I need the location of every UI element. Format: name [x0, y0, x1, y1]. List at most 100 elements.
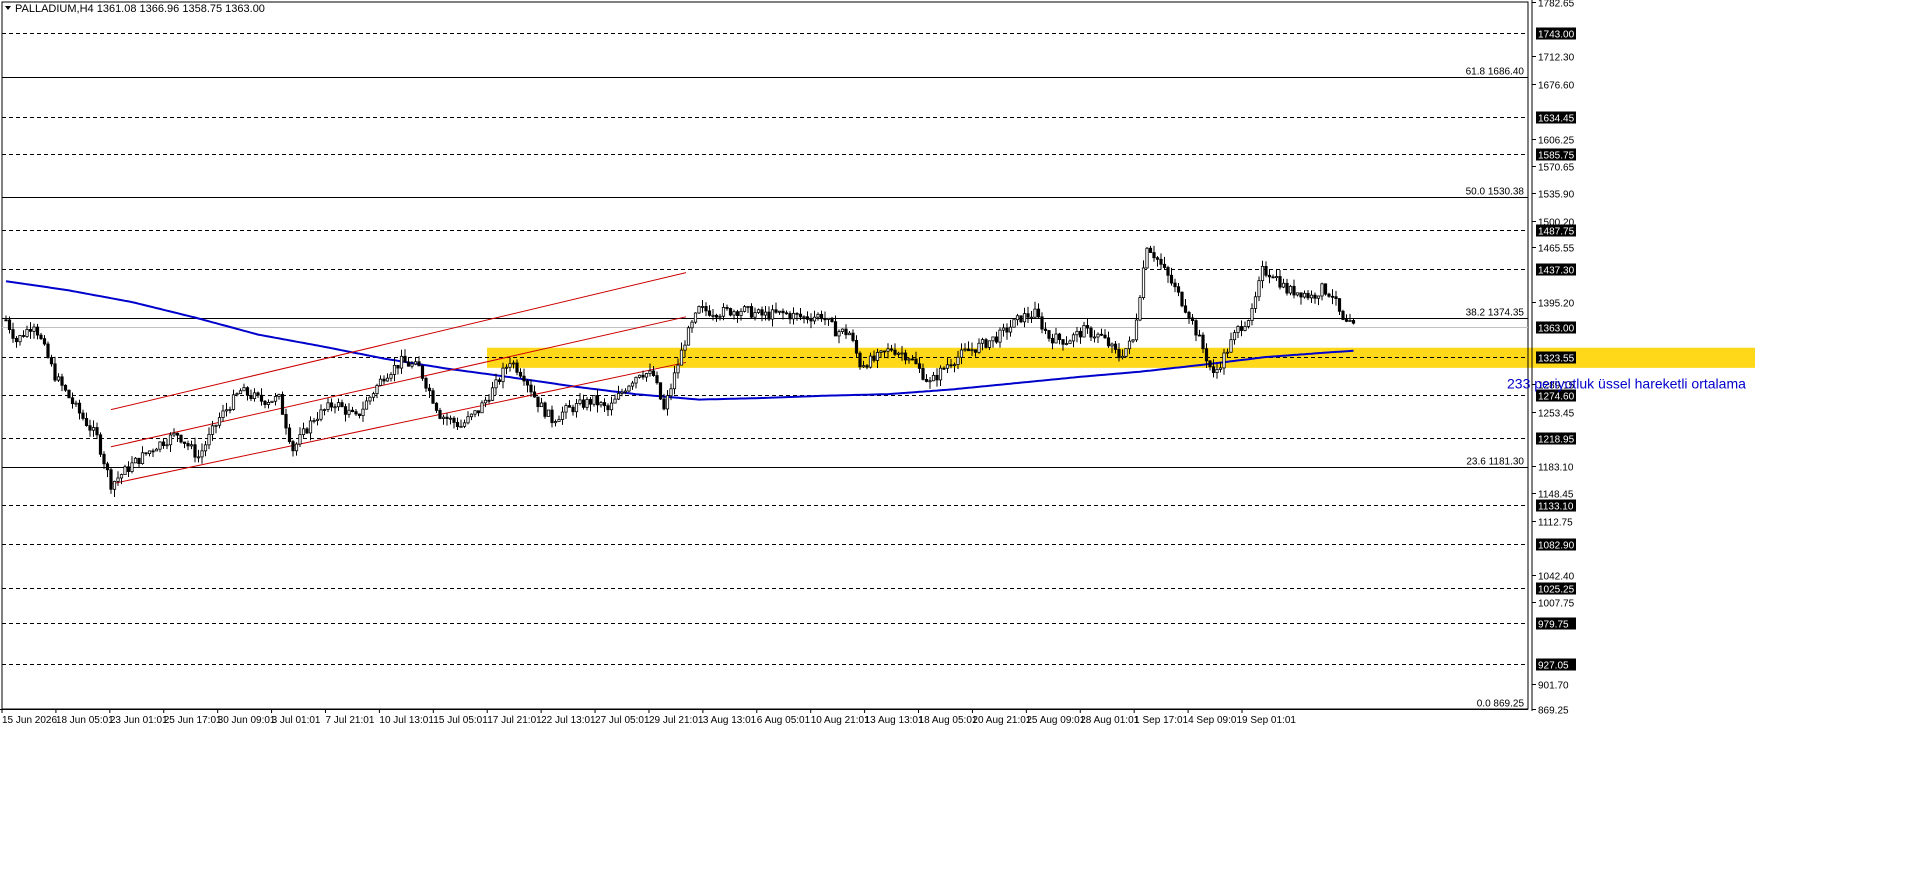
candle[interactable]	[420, 364, 425, 381]
candle[interactable]	[760, 306, 764, 322]
candle[interactable]	[749, 303, 754, 319]
candle[interactable]	[319, 404, 323, 422]
candle[interactable]	[931, 372, 936, 382]
candle[interactable]	[252, 388, 257, 402]
candle[interactable]	[658, 382, 663, 400]
candle[interactable]	[406, 357, 411, 367]
candle[interactable]	[924, 374, 929, 383]
candle[interactable]	[1281, 278, 1286, 289]
candle[interactable]	[571, 404, 575, 416]
candle[interactable]	[294, 442, 299, 456]
candle[interactable]	[1099, 328, 1104, 336]
candle[interactable]	[1036, 303, 1041, 319]
candle[interactable]	[567, 400, 572, 408]
candle[interactable]	[343, 403, 348, 422]
candle[interactable]	[637, 374, 642, 379]
candle[interactable]	[802, 315, 806, 324]
candle[interactable]	[1187, 310, 1191, 324]
candle[interactable]	[70, 392, 75, 409]
candle[interactable]	[1337, 298, 1342, 316]
candle[interactable]	[1131, 339, 1135, 344]
candle[interactable]	[1257, 276, 1261, 302]
candle[interactable]	[1085, 318, 1090, 334]
candle[interactable]	[326, 398, 330, 413]
candle[interactable]	[1222, 348, 1226, 375]
candle[interactable]	[609, 396, 614, 416]
collapse-triangle-icon[interactable]	[5, 6, 11, 10]
candle[interactable]	[21, 330, 26, 338]
candle[interactable]	[249, 389, 253, 401]
candle[interactable]	[1134, 313, 1139, 342]
candle[interactable]	[1292, 279, 1296, 299]
candle[interactable]	[7, 316, 12, 334]
candle[interactable]	[935, 368, 939, 387]
candle[interactable]	[1208, 360, 1212, 371]
candle[interactable]	[186, 440, 190, 451]
candle[interactable]	[385, 373, 390, 382]
candle[interactable]	[1082, 321, 1086, 338]
candle[interactable]	[242, 383, 246, 392]
candle[interactable]	[602, 398, 607, 413]
channel-line[interactable]	[110, 361, 687, 485]
candle[interactable]	[532, 385, 537, 398]
candle[interactable]	[928, 376, 932, 389]
candle[interactable]	[315, 412, 320, 426]
candle[interactable]	[536, 396, 540, 413]
candle[interactable]	[1152, 245, 1156, 262]
candle[interactable]	[795, 312, 799, 321]
candle[interactable]	[448, 415, 453, 425]
candle[interactable]	[525, 379, 530, 393]
candle[interactable]	[627, 384, 631, 393]
candle[interactable]	[893, 343, 897, 357]
candle[interactable]	[182, 441, 187, 449]
candle[interactable]	[497, 377, 502, 385]
candle[interactable]	[14, 336, 19, 348]
candle[interactable]	[1103, 329, 1107, 339]
ema-233-line[interactable]	[5, 280, 1354, 401]
candle[interactable]	[1320, 282, 1324, 301]
candle[interactable]	[578, 393, 582, 406]
candle[interactable]	[60, 373, 64, 392]
candle[interactable]	[767, 306, 771, 322]
candle[interactable]	[1022, 307, 1027, 328]
candle[interactable]	[704, 302, 708, 317]
candle[interactable]	[392, 357, 397, 382]
candle[interactable]	[1341, 309, 1345, 321]
candle[interactable]	[1050, 333, 1055, 350]
candle[interactable]	[39, 332, 43, 340]
candle[interactable]	[1166, 265, 1170, 283]
candle[interactable]	[1334, 290, 1338, 306]
candle[interactable]	[200, 443, 204, 464]
candle[interactable]	[399, 349, 404, 374]
candle[interactable]	[424, 376, 428, 392]
candle[interactable]	[364, 396, 369, 410]
candle[interactable]	[291, 439, 295, 457]
candle[interactable]	[490, 381, 495, 401]
candle[interactable]	[312, 417, 316, 424]
candle[interactable]	[707, 305, 712, 317]
candle[interactable]	[756, 308, 761, 314]
candle[interactable]	[77, 399, 82, 420]
candle[interactable]	[434, 402, 439, 413]
candle[interactable]	[396, 364, 400, 375]
candle[interactable]	[1264, 261, 1268, 278]
candle[interactable]	[1302, 290, 1307, 299]
candle[interactable]	[403, 349, 407, 363]
candle[interactable]	[781, 308, 785, 320]
candle[interactable]	[1285, 278, 1289, 296]
candle[interactable]	[102, 451, 106, 470]
candle[interactable]	[382, 375, 386, 385]
candle[interactable]	[791, 307, 796, 325]
candle[interactable]	[91, 420, 96, 437]
candle[interactable]	[1043, 322, 1048, 335]
candle[interactable]	[340, 399, 344, 408]
candle[interactable]	[938, 365, 943, 386]
candle[interactable]	[697, 305, 701, 314]
candle[interactable]	[154, 447, 159, 452]
candle[interactable]	[1040, 312, 1044, 334]
candle[interactable]	[431, 387, 435, 404]
candle[interactable]	[553, 419, 558, 427]
candle[interactable]	[126, 461, 131, 477]
candle[interactable]	[1096, 332, 1100, 343]
candle[interactable]	[329, 398, 334, 412]
